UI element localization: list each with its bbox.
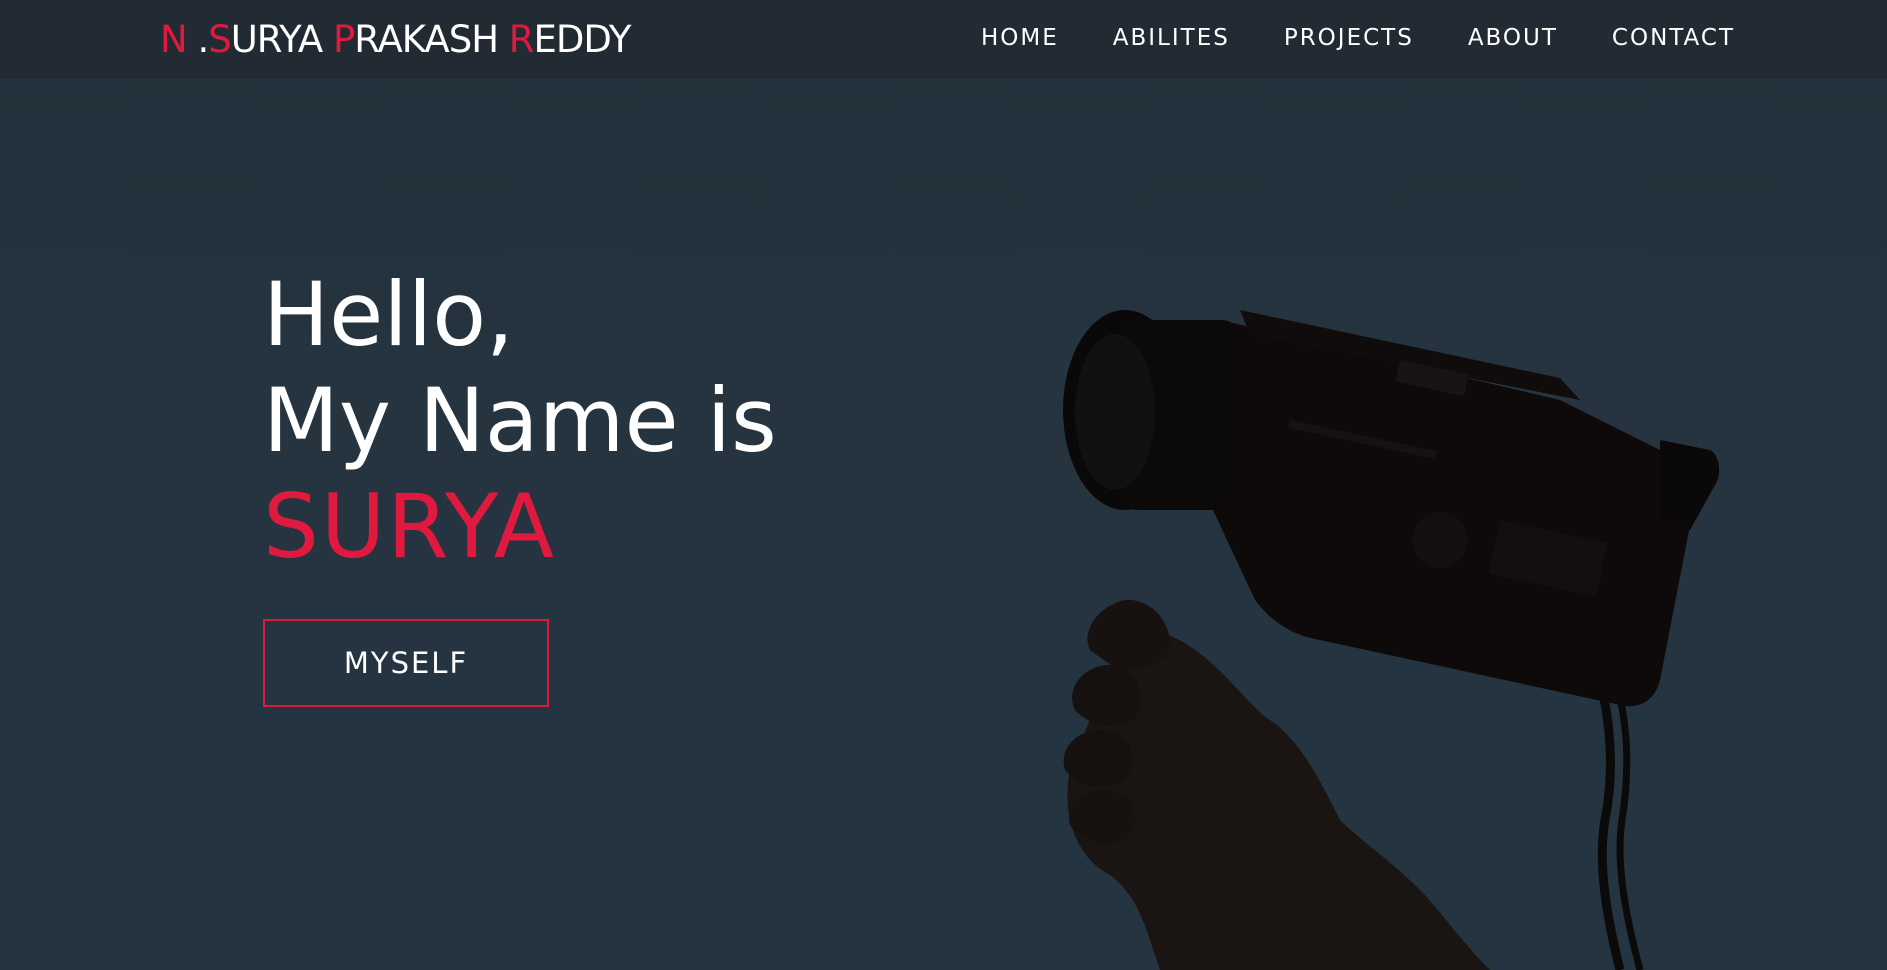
nav-menu: HOME ABILITES PROJECTS ABOUT CONTACT bbox=[981, 25, 1735, 51]
brand-word-eddy: EDDY bbox=[533, 18, 632, 61]
hero-intro: My Name is bbox=[263, 369, 777, 472]
page: N .SURYA PRAKASH REDDY HOME ABILITES PRO… bbox=[0, 0, 1887, 970]
brand-initial-s: S bbox=[208, 18, 231, 61]
brand-initial-n: N bbox=[160, 18, 188, 61]
nav-link-contact[interactable]: CONTACT bbox=[1612, 25, 1735, 51]
brand-initial-r: R bbox=[508, 18, 535, 61]
nav-link-abilites[interactable]: ABILITES bbox=[1113, 25, 1230, 51]
brand-logo-link[interactable]: N .SURYA PRAKASH REDDY bbox=[160, 18, 632, 61]
nav-link-home[interactable]: HOME bbox=[981, 25, 1059, 51]
myself-button[interactable]: MYSELF bbox=[263, 619, 549, 707]
hero-name: SURYA bbox=[263, 475, 556, 578]
brand-word-urya: URYA bbox=[230, 18, 333, 61]
brand-dot: . bbox=[186, 18, 209, 61]
nav-link-about[interactable]: ABOUT bbox=[1468, 25, 1558, 51]
hand-holding-camera-image bbox=[1063, 310, 1720, 970]
hero-greeting: Hello, bbox=[263, 263, 515, 366]
brand-initial-p: P bbox=[332, 18, 355, 61]
navbar: N .SURYA PRAKASH REDDY HOME ABILITES PRO… bbox=[0, 0, 1887, 79]
hero-heading: Hello, My Name is SURYA bbox=[263, 262, 777, 580]
nav-link-projects[interactable]: PROJECTS bbox=[1284, 25, 1414, 51]
brand-word-rakash: RAKASH bbox=[354, 18, 509, 61]
